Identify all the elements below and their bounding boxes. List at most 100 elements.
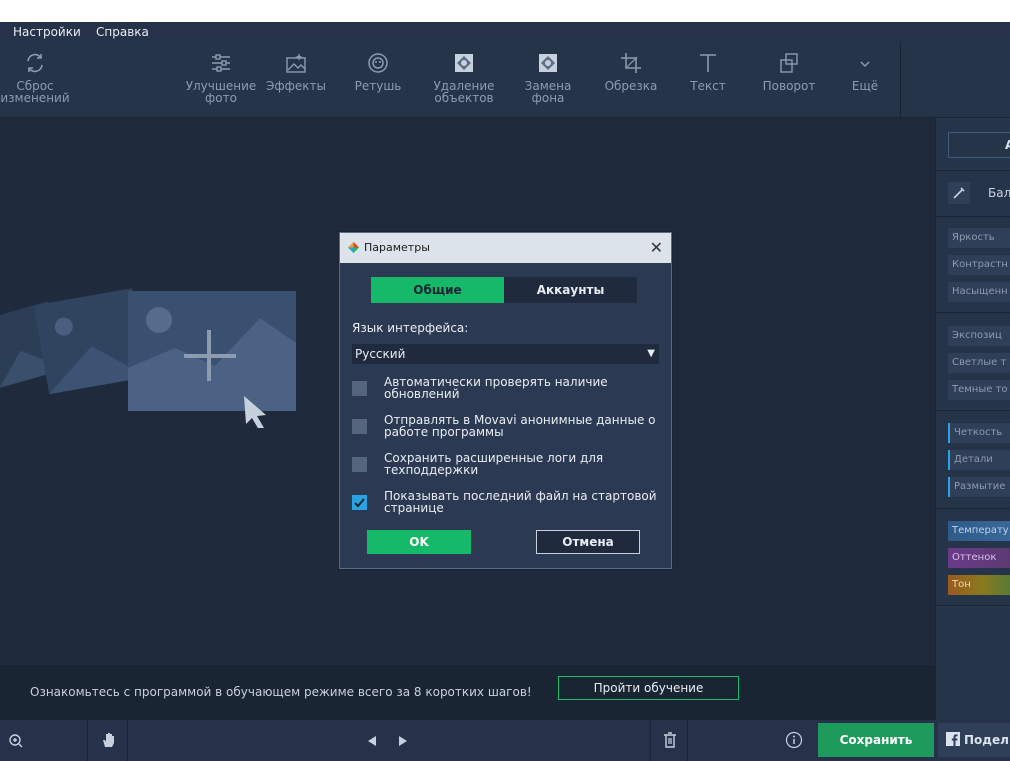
tool-effects[interactable]: Эффекты bbox=[260, 42, 332, 118]
toolbar-divider bbox=[900, 42, 901, 118]
info-icon[interactable] bbox=[785, 731, 803, 749]
bottom-bar: Сохранить Подел bbox=[0, 720, 1010, 761]
sliders-icon bbox=[212, 54, 230, 72]
tool-enhance-label: Улучшение фото bbox=[185, 79, 257, 105]
adjustments-panel: А Бал Яркость Контрастн Насыщенн Экспози… bbox=[935, 118, 1010, 720]
menu-settings[interactable]: Настройки bbox=[13, 25, 81, 39]
zoom-in-icon[interactable] bbox=[8, 733, 24, 749]
slider-brightness[interactable]: Яркость bbox=[948, 228, 1010, 248]
slider-shadows[interactable]: Темные то bbox=[948, 380, 1010, 400]
checkbox-checked[interactable] bbox=[352, 495, 367, 510]
background-change-icon bbox=[539, 54, 557, 72]
retouch-icon bbox=[368, 53, 388, 73]
dialog-title: Параметры bbox=[364, 241, 430, 254]
add-photo-illustration bbox=[0, 288, 296, 428]
reset-icon bbox=[27, 53, 43, 73]
settings-dialog: Параметры ✕ Общие Аккаунты Язык интерфей… bbox=[339, 232, 672, 569]
slider-tint[interactable]: Оттенок bbox=[948, 548, 1010, 568]
cancel-button[interactable]: Отмена bbox=[536, 530, 640, 554]
tool-rotate[interactable]: Поворот bbox=[755, 42, 823, 118]
tool-text-label: Текст bbox=[690, 79, 726, 93]
tool-retouch[interactable]: Ретушь bbox=[346, 42, 410, 118]
app-window: Настройки Справка Сброс изменений Улучше… bbox=[0, 22, 1010, 761]
language-select[interactable]: Русский ▼ bbox=[352, 344, 659, 364]
tool-background-label: Замена фона bbox=[524, 79, 572, 105]
panel-divider bbox=[936, 170, 1010, 171]
tool-object-removal[interactable]: Удаление объектов bbox=[425, 42, 503, 118]
movavi-logo-icon bbox=[348, 242, 359, 253]
tool-enhance[interactable]: Улучшение фото bbox=[183, 42, 259, 118]
option-text: Автоматически проверять наличие обновлен… bbox=[384, 375, 608, 401]
tool-text[interactable]: Текст bbox=[680, 42, 736, 118]
checkbox[interactable] bbox=[352, 419, 367, 434]
toolbar: Сброс изменений Улучшение фото Эффекты Р… bbox=[0, 42, 1010, 118]
trash-icon[interactable] bbox=[662, 731, 678, 749]
slider-temperature[interactable]: Температу bbox=[948, 521, 1010, 541]
slider-contrast[interactable]: Контрастн bbox=[948, 255, 1010, 275]
panel-divider bbox=[936, 312, 1010, 313]
tool-more[interactable]: Ещё bbox=[838, 42, 892, 118]
panel-divider bbox=[936, 605, 1010, 606]
share-button[interactable]: Подел bbox=[938, 723, 1010, 757]
facebook-icon bbox=[946, 732, 960, 746]
tool-rotate-label: Поворот bbox=[762, 79, 816, 93]
hand-icon[interactable] bbox=[100, 731, 118, 749]
text-icon bbox=[700, 54, 716, 72]
panel-divider bbox=[936, 410, 1010, 411]
panel-divider bbox=[936, 216, 1010, 217]
tutorial-bar: Ознакомьтесь с программой в обучающем ре… bbox=[0, 665, 935, 720]
tool-crop[interactable]: Обрезка bbox=[596, 42, 666, 118]
zoom-cell bbox=[0, 720, 88, 761]
checkbox[interactable] bbox=[352, 381, 367, 396]
tool-effects-label: Эффекты bbox=[266, 79, 326, 93]
close-icon[interactable]: ✕ bbox=[650, 233, 663, 263]
start-tutorial-button[interactable]: Пройти обучение bbox=[558, 676, 739, 700]
slider-highlights[interactable]: Светлые т bbox=[948, 353, 1010, 373]
option-text: Сохранить расширенные логи для техподдер… bbox=[384, 451, 604, 477]
save-button[interactable]: Сохранить bbox=[818, 723, 934, 757]
tool-reset[interactable]: Сброс изменений bbox=[0, 42, 70, 118]
next-arrow-icon[interactable] bbox=[396, 734, 410, 748]
tab-general[interactable]: Общие bbox=[371, 277, 504, 303]
option-text: Отправлять в Movavi анонимные данные о р… bbox=[384, 413, 656, 439]
tutorial-text: Ознакомьтесь с программой в обучающем ре… bbox=[30, 685, 532, 699]
share-label: Подел bbox=[964, 733, 1009, 747]
chevron-down-icon: ▼ bbox=[647, 348, 655, 359]
menu-bar: Настройки Справка bbox=[0, 22, 1010, 42]
ok-button[interactable]: OK bbox=[367, 530, 471, 554]
slider-blur[interactable]: Размытие bbox=[948, 477, 1010, 497]
delete-cell bbox=[650, 720, 688, 761]
object-removal-icon bbox=[455, 54, 473, 72]
white-balance-row[interactable]: Бал bbox=[948, 182, 1010, 204]
tool-crop-label: Обрезка bbox=[604, 79, 658, 93]
slider-saturation[interactable]: Насыщенн bbox=[948, 282, 1010, 302]
slider-exposure[interactable]: Экспозиц bbox=[948, 326, 1010, 346]
previous-arrow-icon[interactable] bbox=[365, 734, 379, 748]
effects-icon bbox=[286, 53, 306, 73]
tool-object-removal-label: Удаление объектов bbox=[433, 79, 495, 105]
tool-more-label: Ещё bbox=[851, 79, 879, 93]
slider-clarity[interactable]: Четкость bbox=[948, 423, 1010, 443]
white-balance-label: Бал bbox=[988, 186, 1010, 200]
slider-details[interactable]: Детали bbox=[948, 450, 1010, 470]
eyedropper-icon bbox=[948, 182, 970, 204]
crop-icon bbox=[621, 53, 641, 73]
hand-cell bbox=[88, 720, 128, 761]
checkbox[interactable] bbox=[352, 457, 367, 472]
auto-button[interactable]: А bbox=[948, 132, 1010, 158]
menu-help[interactable]: Справка bbox=[96, 25, 149, 39]
tool-background[interactable]: Замена фона bbox=[512, 42, 584, 118]
tool-retouch-label: Ретушь bbox=[354, 79, 402, 93]
chevron-down-icon bbox=[860, 61, 870, 68]
tool-reset-label: Сброс изменений bbox=[0, 79, 70, 105]
tab-accounts[interactable]: Аккаунты bbox=[504, 277, 637, 303]
option-text: Показывать последний файл на стартовой с… bbox=[384, 489, 657, 515]
rotate-icon bbox=[780, 53, 798, 73]
language-label: Язык интерфейса: bbox=[352, 321, 469, 335]
checkmark-icon bbox=[354, 498, 365, 508]
language-select-value: Русский bbox=[355, 347, 406, 361]
dialog-tabs: Общие Аккаунты bbox=[371, 277, 637, 303]
slider-tone[interactable]: Тон bbox=[948, 575, 1010, 595]
dialog-titlebar: Параметры ✕ bbox=[340, 233, 671, 263]
panel-divider bbox=[936, 508, 1010, 509]
